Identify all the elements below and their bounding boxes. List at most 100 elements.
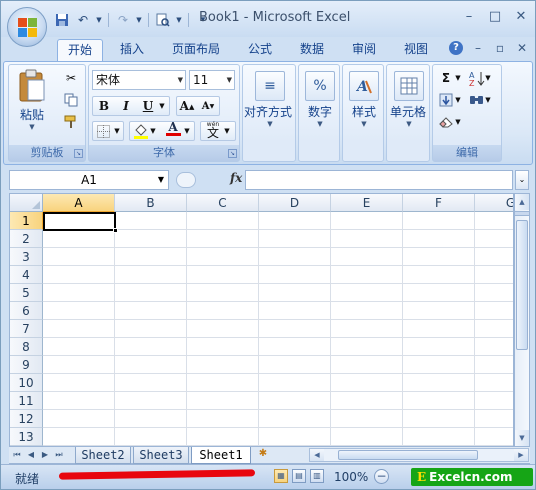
italic-button[interactable]: I xyxy=(116,97,136,115)
workbook-restore-button[interactable]: ▫ xyxy=(493,41,507,55)
column-header-g[interactable]: G xyxy=(475,194,513,212)
scroll-up-button[interactable]: ▲ xyxy=(515,194,529,210)
tab-review[interactable]: 审阅 xyxy=(341,39,387,61)
column-header-d[interactable]: D xyxy=(259,194,331,212)
tab-data[interactable]: 数据 xyxy=(289,39,335,61)
scroll-left-button[interactable]: ◀ xyxy=(310,449,324,461)
format-painter-icon[interactable] xyxy=(61,113,81,131)
row-header-9[interactable]: 9 xyxy=(10,356,43,374)
row-header-13[interactable]: 13 xyxy=(10,428,43,446)
cells-group[interactable]: 单元格 ▼ xyxy=(386,64,430,162)
help-icon[interactable]: ? xyxy=(449,41,463,55)
row-header-1[interactable]: 1 xyxy=(10,212,43,230)
insert-sheet-icon[interactable]: ✱ xyxy=(255,448,271,462)
maximize-button[interactable]: □ xyxy=(485,7,505,25)
page-layout-view-icon[interactable]: ▤ xyxy=(292,469,306,483)
row-header-5[interactable]: 5 xyxy=(10,284,43,302)
fill-color-dropdown-icon[interactable]: ▼ xyxy=(147,122,159,140)
prev-sheet-icon[interactable]: ◀ xyxy=(25,449,37,461)
undo-dropdown-icon[interactable]: ▼ xyxy=(95,11,103,29)
scroll-down-button[interactable]: ▼ xyxy=(515,430,529,446)
select-all-button[interactable] xyxy=(10,194,43,212)
page-break-view-icon[interactable]: ▥ xyxy=(310,469,324,483)
font-color-dropdown-icon[interactable]: ▼ xyxy=(181,122,193,140)
print-preview-dropdown-icon[interactable]: ▼ xyxy=(175,11,183,29)
copy-icon[interactable] xyxy=(61,91,81,109)
close-button[interactable]: ✕ xyxy=(511,7,531,25)
shrink-font-button[interactable]: A ▼ xyxy=(198,97,218,115)
underline-button[interactable]: U xyxy=(138,97,158,115)
workbook-minimize-button[interactable]: – xyxy=(471,41,485,55)
number-dropdown-icon[interactable]: ▼ xyxy=(301,120,339,128)
grow-font-button[interactable]: A ▲ xyxy=(177,97,197,115)
alignment-button[interactable]: ≡ 对齐方式 ▼ xyxy=(244,71,295,128)
row-header-3[interactable]: 3 xyxy=(10,248,43,266)
row-header-6[interactable]: 6 xyxy=(10,302,43,320)
office-button[interactable] xyxy=(7,7,47,47)
styles-dropdown-icon[interactable]: ▼ xyxy=(345,120,383,128)
name-box-dropdown-icon[interactable]: ▼ xyxy=(158,171,164,189)
tab-view[interactable]: 视图 xyxy=(393,39,439,61)
alignment-group[interactable]: ≡ 对齐方式 ▼ xyxy=(242,64,296,162)
row-header-8[interactable]: 8 xyxy=(10,338,43,356)
phonetic-dropdown-icon[interactable]: ▼ xyxy=(221,122,233,140)
sheet-tab-sheet3[interactable]: Sheet3 xyxy=(133,447,189,464)
active-cell[interactable] xyxy=(43,212,116,231)
sheet-tab-sheet2[interactable]: Sheet2 xyxy=(75,447,131,464)
minimize-button[interactable]: – xyxy=(459,7,479,25)
underline-dropdown-icon[interactable]: ▼ xyxy=(156,97,168,115)
column-header-e[interactable]: E xyxy=(331,194,403,212)
cells-dropdown-icon[interactable]: ▼ xyxy=(389,120,429,128)
print-preview-icon[interactable] xyxy=(154,11,172,29)
fill-dropdown-icon[interactable]: ▼ xyxy=(453,91,463,109)
clear-dropdown-icon[interactable]: ▼ xyxy=(453,113,463,131)
tab-page-layout[interactable]: 页面布局 xyxy=(163,39,229,61)
font-name-combo[interactable]: 宋体 ▼ xyxy=(92,70,186,90)
horizontal-scroll-thumb[interactable] xyxy=(338,450,478,460)
first-sheet-icon[interactable]: ⏮ xyxy=(11,449,23,461)
font-size-dropdown-icon[interactable]: ▼ xyxy=(227,71,232,89)
vertical-scrollbar[interactable]: ▲ ▼ xyxy=(514,193,530,447)
find-select-dropdown-icon[interactable]: ▼ xyxy=(483,91,493,109)
column-header-a[interactable]: A xyxy=(43,194,115,212)
borders-dropdown-icon[interactable]: ▼ xyxy=(111,122,123,140)
last-sheet-icon[interactable]: ⏭ xyxy=(53,449,65,461)
name-box[interactable]: A1 ▼ xyxy=(9,170,169,190)
clipboard-launcher-icon[interactable]: ↘ xyxy=(74,149,83,158)
worksheet-grid[interactable]: ABCDEFG 12345678910111213 xyxy=(9,193,514,447)
scroll-right-button[interactable]: ▶ xyxy=(514,449,528,461)
fill-handle[interactable] xyxy=(113,228,118,233)
styles-group[interactable]: A 样式 ▼ xyxy=(342,64,384,162)
alignment-dropdown-icon[interactable]: ▼ xyxy=(245,120,295,128)
row-header-10[interactable]: 10 xyxy=(10,374,43,392)
column-header-c[interactable]: C xyxy=(187,194,259,212)
row-header-11[interactable]: 11 xyxy=(10,392,43,410)
tab-insert[interactable]: 插入 xyxy=(109,39,155,61)
vertical-split-box[interactable] xyxy=(515,211,529,216)
cells-button[interactable]: 单元格 ▼ xyxy=(389,71,429,128)
normal-view-icon[interactable]: ▦ xyxy=(274,469,288,483)
column-header-b[interactable]: B xyxy=(115,194,187,212)
row-header-12[interactable]: 12 xyxy=(10,410,43,428)
number-button[interactable]: % 数字 ▼ xyxy=(301,71,339,128)
undo-icon[interactable]: ↶ xyxy=(74,11,92,29)
zoom-level[interactable]: 100% xyxy=(334,470,368,484)
next-sheet-icon[interactable]: ▶ xyxy=(39,449,51,461)
bold-button[interactable]: B xyxy=(94,97,114,115)
font-name-dropdown-icon[interactable]: ▼ xyxy=(178,71,183,89)
sort-filter-dropdown-icon[interactable]: ▼ xyxy=(483,69,493,87)
redo-icon[interactable]: ↷ xyxy=(114,11,132,29)
phonetic-guide-button[interactable]: wén 文 xyxy=(203,120,223,139)
horizontal-scrollbar[interactable]: ◀ ▶ xyxy=(309,448,529,462)
formula-input[interactable] xyxy=(245,170,513,190)
workbook-close-button[interactable]: ✕ xyxy=(515,41,529,55)
font-launcher-icon[interactable]: ↘ xyxy=(228,149,237,158)
redo-dropdown-icon[interactable]: ▼ xyxy=(135,11,143,29)
row-header-7[interactable]: 7 xyxy=(10,320,43,338)
zoom-out-button[interactable]: − xyxy=(374,469,389,484)
expand-formula-bar-icon[interactable]: ⌄ xyxy=(515,170,529,190)
save-icon[interactable] xyxy=(53,11,71,29)
vertical-scroll-thumb[interactable] xyxy=(516,220,528,350)
row-header-2[interactable]: 2 xyxy=(10,230,43,248)
cut-icon[interactable]: ✂ xyxy=(61,69,81,87)
